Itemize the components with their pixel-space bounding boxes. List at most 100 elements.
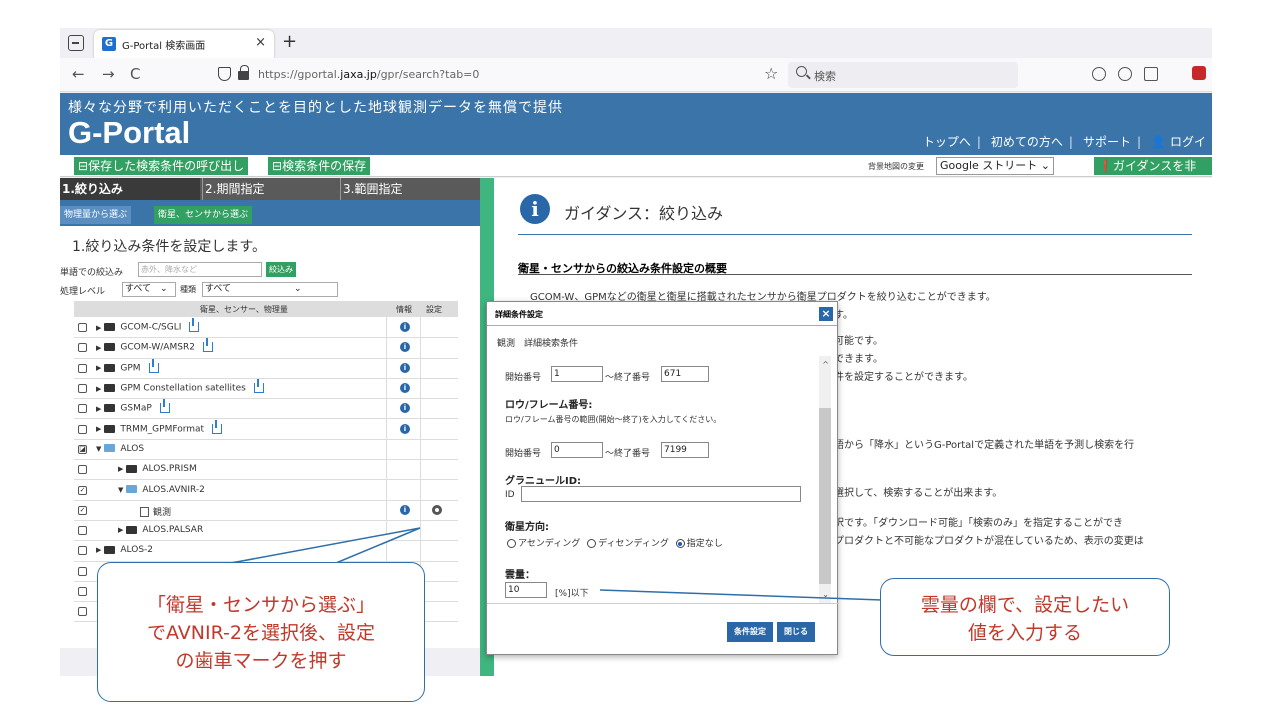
tree-row-checkbox[interactable]: [78, 587, 87, 597]
info-icon[interactable]: i: [400, 403, 410, 414]
extensions-icon[interactable]: [1144, 67, 1158, 81]
tree-row-checkbox[interactable]: [78, 384, 87, 394]
cloud-cover-input[interactable]: 10: [505, 582, 547, 598]
pocket-icon[interactable]: [1092, 67, 1106, 81]
nav-beginners[interactable]: 初めての方へ: [991, 135, 1063, 149]
tree-row-label[interactable]: ▶ ALOS.PRISM: [118, 464, 197, 474]
info-icon[interactable]: i: [400, 504, 410, 515]
tree-row-checkbox[interactable]: ◪: [78, 444, 87, 454]
addon-icon[interactable]: [1192, 66, 1206, 80]
tree-row[interactable]: ◪ ▼ ALOS: [74, 440, 458, 461]
caret-right-icon[interactable]: ▶: [96, 364, 101, 372]
caret-down-icon[interactable]: ▼: [96, 445, 101, 453]
type-select[interactable]: すべて ⌄: [202, 282, 338, 297]
tree-row-checkbox[interactable]: [78, 465, 87, 475]
tree-row-checkbox[interactable]: [78, 404, 87, 414]
tab-step-filter[interactable]: 1.絞り込み: [60, 178, 200, 200]
tree-row[interactable]: ✓ 観測 i: [74, 501, 458, 521]
tree-row-checkbox[interactable]: [78, 546, 87, 556]
radio-descending[interactable]: [587, 539, 597, 548]
tree-row-label[interactable]: ▶ GPM Constellation satellites: [96, 379, 264, 394]
tree-row-checkbox[interactable]: [78, 363, 87, 373]
save-conditions-button[interactable]: ⊟検索条件の保存: [268, 157, 371, 175]
caret-right-icon[interactable]: ▶: [96, 546, 101, 554]
info-icon[interactable]: i: [400, 362, 410, 373]
tree-row[interactable]: ▶ ALOS.PALSAR: [74, 521, 458, 542]
tree-row-label[interactable]: ▶ GCOM-C/SGLI: [96, 318, 200, 333]
granule-id-input[interactable]: [521, 486, 801, 502]
tree-row-label[interactable]: ▼ ALOS.AVNIR-2: [118, 485, 205, 495]
dialog-close-button[interactable]: 閉じる: [777, 622, 815, 642]
tree-row-label[interactable]: ▶ GPM: [96, 358, 159, 373]
nav-top[interactable]: トップへ: [923, 135, 971, 149]
scroll-up-icon[interactable]: ^: [822, 360, 829, 369]
bg-map-select[interactable]: Google ストリート ⌄: [936, 157, 1054, 175]
caret-right-icon[interactable]: ▶: [96, 385, 101, 393]
tree-row-label[interactable]: ▼ ALOS: [96, 444, 144, 454]
reload-button[interactable]: C: [130, 65, 140, 83]
nav-support[interactable]: サポート: [1083, 135, 1131, 149]
tree-row-checkbox[interactable]: [78, 607, 87, 617]
tree-row-label[interactable]: ▶ TRMM_GPMFormat: [96, 419, 223, 434]
info-icon[interactable]: i: [400, 423, 410, 434]
account-icon[interactable]: [1118, 67, 1132, 81]
tree-row-checkbox[interactable]: [78, 526, 87, 536]
tree-row[interactable]: ▶ GCOM-C/SGLI i: [74, 318, 458, 339]
path-end-input[interactable]: 671: [661, 366, 709, 382]
tree-row-label[interactable]: ▶ GCOM-W/AMSR2: [96, 338, 213, 353]
tree-row-checkbox[interactable]: [78, 424, 87, 434]
caret-right-icon[interactable]: ▶: [118, 526, 123, 534]
scrollbar-thumb[interactable]: [819, 408, 831, 584]
path-start-input[interactable]: 1: [551, 366, 603, 382]
tree-row[interactable]: ▶ GCOM-W/AMSR2 i: [74, 338, 458, 359]
tab-step-area[interactable]: 3.範囲指定: [340, 178, 480, 200]
keyword-filter-button[interactable]: 絞込み: [266, 262, 296, 277]
hide-guidance-button[interactable]: ❗ガイダンスを非表: [1094, 157, 1212, 191]
radio-unspecified[interactable]: [675, 539, 685, 548]
row-end-input[interactable]: 7199: [661, 442, 709, 458]
caret-right-icon[interactable]: ▶: [96, 425, 101, 433]
browser-search-box[interactable]: 検索: [788, 62, 1018, 88]
info-icon[interactable]: i: [400, 342, 410, 353]
tab-physical-quantity[interactable]: 物理量から選ぶ: [60, 206, 132, 224]
bookmark-star-icon[interactable]: ☆: [764, 64, 778, 83]
nav-login[interactable]: ログイ: [1170, 135, 1206, 149]
browser-tab[interactable]: G G-Portal 検索画面 ×: [94, 30, 274, 58]
tree-row-checkbox[interactable]: ✓: [78, 485, 87, 495]
tree-row-checkbox[interactable]: [78, 323, 87, 333]
tree-row-checkbox[interactable]: [78, 566, 87, 576]
new-tab-button[interactable]: +: [282, 31, 297, 52]
tracking-shield-icon[interactable]: [218, 67, 231, 81]
tab-satellite-sensor[interactable]: 衛星、センサから選ぶ: [154, 206, 253, 224]
level-select[interactable]: すべて ⌄: [122, 282, 176, 297]
site-logo[interactable]: G-Portal: [68, 115, 190, 151]
tree-row-checkbox[interactable]: ✓: [78, 505, 87, 515]
tree-row[interactable]: ▶ GSMaP i: [74, 399, 458, 420]
dialog-scroll-area[interactable]: ^ ⌄ 開始番号 1 ～終了番号 671 ロウ/フレーム番号: ロウ/フレーム番…: [487, 356, 839, 604]
tree-row-label[interactable]: ▶ GSMaP: [96, 399, 170, 414]
gear-icon[interactable]: [432, 504, 442, 515]
tree-row[interactable]: ▶ TRMM_GPMFormat i: [74, 419, 458, 440]
tree-row[interactable]: ✓ ▼ ALOS.AVNIR-2: [74, 480, 458, 501]
tab-close-icon[interactable]: ×: [255, 35, 266, 50]
tree-row[interactable]: ▶ ALOS.PRISM: [74, 460, 458, 481]
apply-conditions-button[interactable]: 条件設定: [727, 622, 773, 642]
keyword-input[interactable]: 赤外、降水など: [138, 262, 262, 277]
row-start-input[interactable]: 0: [551, 442, 603, 458]
caret-right-icon[interactable]: ▶: [96, 324, 101, 332]
load-saved-conditions-button[interactable]: ⊟保存した検索条件の呼び出し: [74, 157, 249, 175]
caret-right-icon[interactable]: ▶: [118, 465, 123, 473]
address-bar[interactable]: https://gportal.jaxa.jp/gpr/search?tab=0: [258, 68, 479, 81]
tab-step-period[interactable]: 2.期間指定: [202, 178, 338, 200]
tree-row-label[interactable]: 観測: [140, 505, 171, 518]
caret-down-icon[interactable]: ▼: [118, 486, 123, 494]
tree-row-label[interactable]: ▶ ALOS.PALSAR: [118, 525, 203, 535]
tab-list-icon[interactable]: [68, 35, 84, 51]
tree-row[interactable]: ▶ GPM i: [74, 358, 458, 379]
tree-row-label[interactable]: ▶ ALOS-2: [96, 545, 153, 555]
scroll-down-icon[interactable]: ⌄: [822, 590, 829, 599]
caret-right-icon[interactable]: ▶: [96, 405, 101, 413]
tree-row[interactable]: ▶ GPM Constellation satellites i: [74, 379, 458, 400]
tree-row-checkbox[interactable]: [78, 343, 87, 353]
lock-icon[interactable]: [238, 65, 249, 80]
